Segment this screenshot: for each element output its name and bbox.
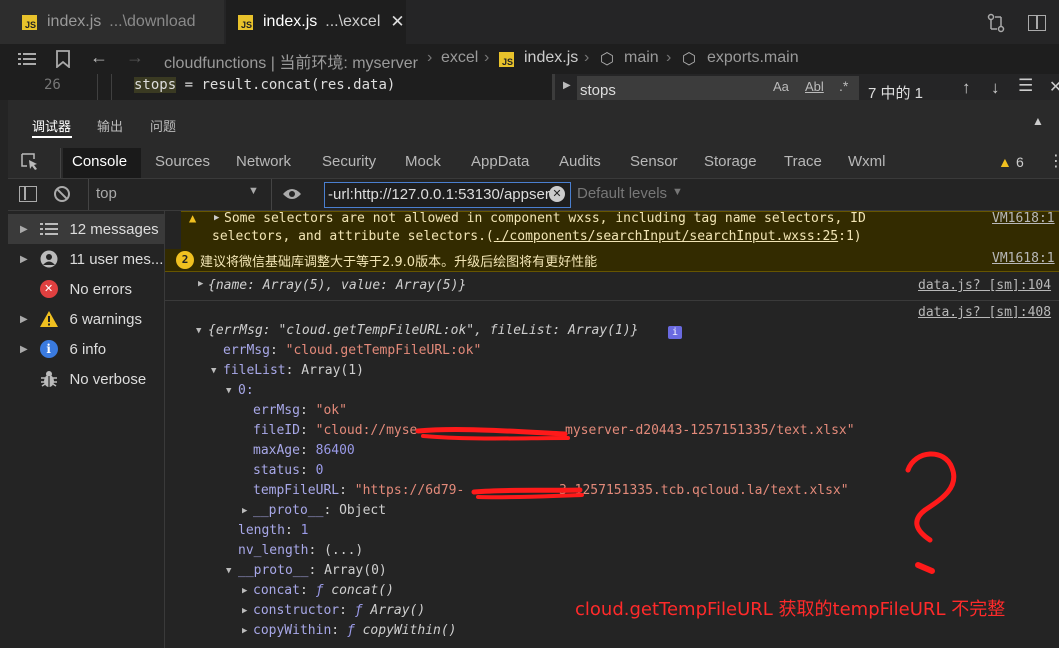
annotation-text: cloud.getTempFileURL 获取的tempFileURL 不完整 xyxy=(575,599,1006,620)
question-mark-drawing xyxy=(905,451,957,543)
redaction-stroke xyxy=(471,487,583,495)
annotation-overlay xyxy=(415,427,957,574)
redaction-stroke xyxy=(421,434,570,441)
redaction-stroke xyxy=(476,493,584,500)
question-mark-dot xyxy=(915,562,935,574)
redaction-stroke xyxy=(415,427,568,437)
